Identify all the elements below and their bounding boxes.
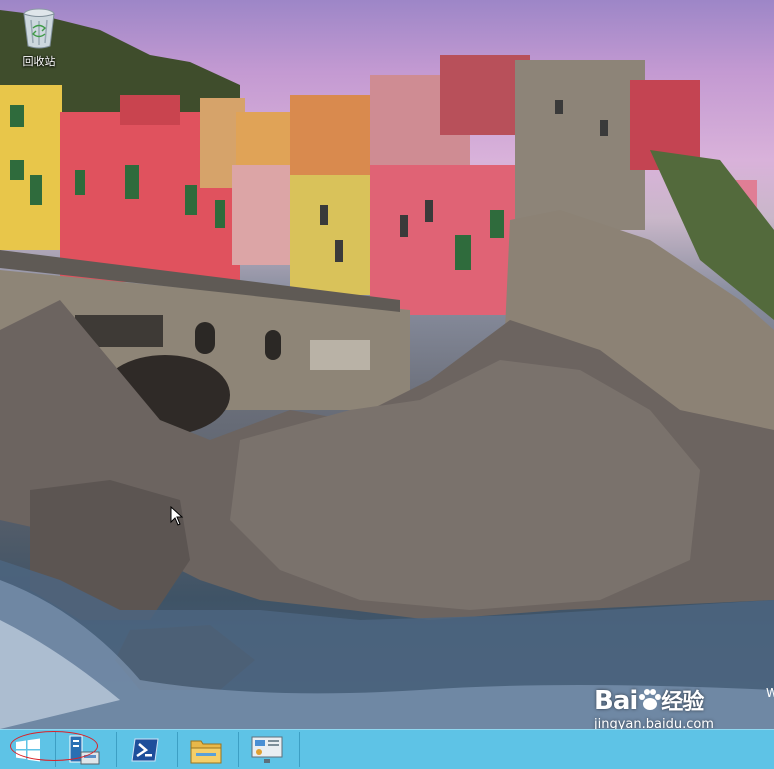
baidu-watermark: Bai 经验 jingyan.baidu.com	[594, 684, 714, 732]
taskbar-separator	[299, 732, 300, 767]
desktop-icon-recycle-bin[interactable]: 回收站	[12, 6, 66, 76]
control-panel-icon	[251, 736, 282, 763]
file-explorer-button[interactable]	[178, 730, 233, 769]
edge-text: W	[766, 686, 774, 700]
desktop-icon-label: 回收站	[22, 55, 56, 68]
mouse-cursor-icon	[170, 506, 184, 526]
recycle-bin-icon	[23, 8, 55, 49]
watermark-brand-left: Bai	[594, 686, 638, 716]
annotation-ellipse	[10, 731, 98, 761]
folder-icon	[190, 740, 221, 763]
powershell-button[interactable]	[117, 730, 172, 769]
control-panel-button[interactable]	[239, 730, 294, 769]
powershell-icon	[130, 738, 159, 761]
watermark-brand-right: 经验	[661, 690, 704, 715]
watermark-brand: Bai 经验	[594, 684, 714, 716]
paw-icon	[639, 689, 662, 710]
taskbar	[0, 729, 774, 769]
desktop-wallpaper	[0, 0, 774, 729]
